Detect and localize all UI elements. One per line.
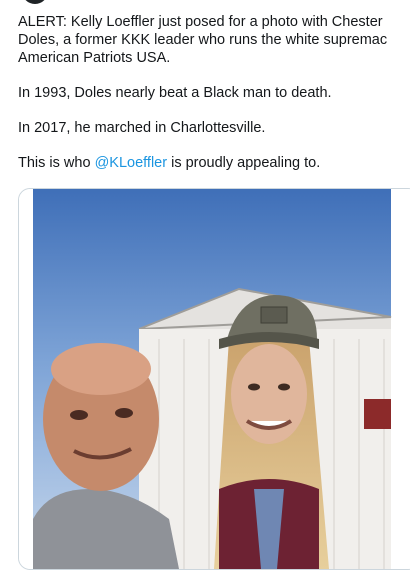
tweet-line: ALERT: Kelly Loeffler just posed for a p… [18, 14, 383, 30]
tweet-line: Doles, a former KKK leader who runs the … [18, 32, 388, 48]
text-after-mention: is proudly appealing to. [167, 155, 321, 171]
tweet-paragraph-alert: ALERT: Kelly Loeffler just posed for a p… [18, 13, 410, 67]
tweet-paragraph-2017: In 2017, he marched in Charlottesville. [18, 120, 266, 136]
text-before-mention: This is who [18, 155, 95, 171]
tweet-paragraph-1993: In 1993, Doles nearly beat a Black man t… [18, 85, 332, 101]
tweet-paragraph-appeal: This is who @KLoeffler is proudly appeal… [18, 154, 410, 172]
mention-link[interactable]: @KLoeffler [95, 155, 168, 171]
media-card[interactable] [18, 188, 410, 570]
tweet-line: American Patriots USA. [18, 50, 171, 66]
tweet-text: ALERT: Kelly Loeffler just posed for a p… [18, 13, 410, 172]
avatar[interactable] [22, 0, 48, 4]
photo-selfie[interactable] [19, 189, 410, 569]
